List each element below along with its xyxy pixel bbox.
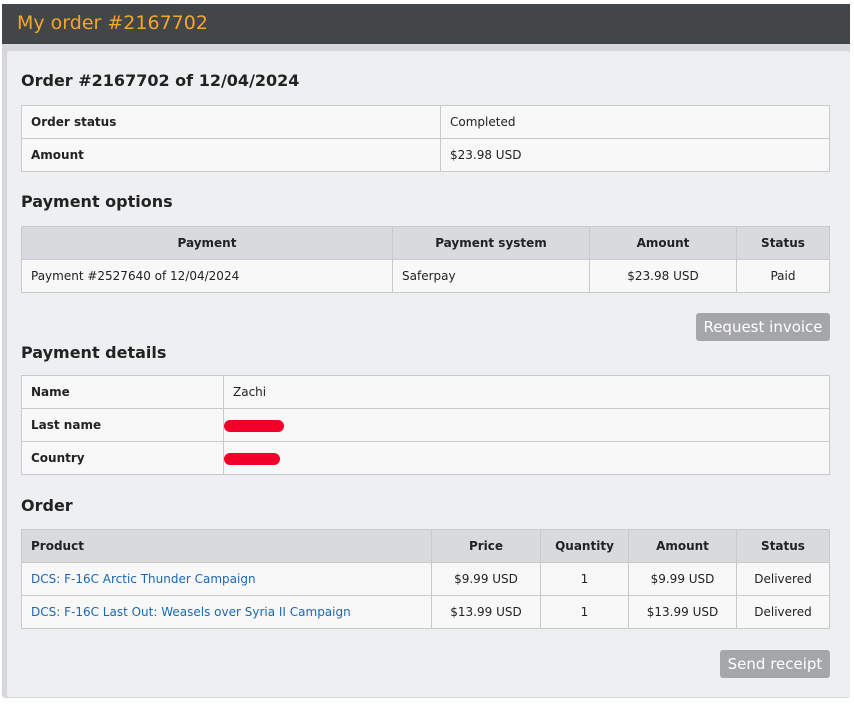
order-panel: Order #2167702 of 12/04/2024 Order statu…: [7, 51, 850, 697]
page-title: My order #2167702: [17, 12, 208, 34]
order-title: Order: [21, 496, 73, 515]
order-window: My order #2167702 Order #2167702 of 12/0…: [2, 4, 850, 698]
table-row: Last name: [21, 408, 830, 442]
payment-amount-cell: $23.98 USD: [589, 259, 737, 293]
amount-value: $23.98 USD: [440, 138, 830, 172]
redaction-mark: [224, 419, 284, 432]
col-product: Product: [21, 529, 432, 563]
col-quantity: Quantity: [540, 529, 629, 563]
amount-cell: $9.99 USD: [628, 562, 737, 596]
table-header-row: Product Price Quantity Amount Status: [21, 529, 830, 563]
payment-system-cell: Saferpay: [392, 259, 590, 293]
order-status-label: Order status: [21, 105, 441, 139]
quantity-cell: 1: [540, 595, 629, 629]
amount-label: Amount: [21, 138, 441, 172]
col-payment-system: Payment system: [392, 226, 590, 260]
table-row: DCS: F-16C Arctic Thunder Campaign $9.99…: [21, 562, 830, 596]
last-name-label: Last name: [21, 408, 224, 442]
table-row: Amount $23.98 USD: [21, 138, 830, 172]
table-row: Country: [21, 441, 830, 475]
product-link[interactable]: DCS: F-16C Arctic Thunder Campaign: [31, 572, 256, 586]
payment-options-title: Payment options: [21, 192, 173, 211]
col-payment: Payment: [21, 226, 393, 260]
col-price: Price: [431, 529, 541, 563]
col-status: Status: [736, 529, 830, 563]
country-value: [223, 441, 830, 475]
payment-cell: Payment #2527640 of 12/04/2024: [21, 259, 393, 293]
col-amount: Amount: [589, 226, 737, 260]
status-cell: Delivered: [736, 562, 830, 596]
page-header: My order #2167702: [2, 4, 850, 44]
col-amount: Amount: [628, 529, 737, 563]
redaction-mark: [224, 452, 280, 465]
product-cell: DCS: F-16C Last Out: Weasels over Syria …: [21, 595, 432, 629]
table-row: DCS: F-16C Last Out: Weasels over Syria …: [21, 595, 830, 629]
request-invoice-button[interactable]: Request invoice: [696, 313, 830, 341]
order-summary-title: Order #2167702 of 12/04/2024: [21, 71, 300, 90]
payment-status-cell: Paid: [736, 259, 830, 293]
payment-details-title: Payment details: [21, 343, 167, 362]
country-label: Country: [21, 441, 224, 475]
col-status: Status: [736, 226, 830, 260]
last-name-value: [223, 408, 830, 442]
price-cell: $13.99 USD: [431, 595, 541, 629]
order-status-value: Completed: [440, 105, 830, 139]
product-link[interactable]: DCS: F-16C Last Out: Weasels over Syria …: [31, 605, 351, 619]
order-summary-table: Order status Completed Amount $23.98 USD: [21, 105, 830, 172]
order-items-table: Product Price Quantity Amount Status DCS…: [21, 529, 830, 629]
price-cell: $9.99 USD: [431, 562, 541, 596]
name-value: Zachi: [223, 375, 830, 409]
status-cell: Delivered: [736, 595, 830, 629]
amount-cell: $13.99 USD: [628, 595, 737, 629]
table-header-row: Payment Payment system Amount Status: [21, 226, 830, 260]
table-row: Name Zachi: [21, 375, 830, 409]
quantity-cell: 1: [540, 562, 629, 596]
payment-details-table: Name Zachi Last name Country: [21, 375, 830, 475]
product-cell: DCS: F-16C Arctic Thunder Campaign: [21, 562, 432, 596]
name-label: Name: [21, 375, 224, 409]
table-row: Order status Completed: [21, 105, 830, 139]
send-receipt-button[interactable]: Send receipt: [720, 650, 830, 678]
table-row: Payment #2527640 of 12/04/2024 Saferpay …: [21, 259, 830, 293]
payment-options-table: Payment Payment system Amount Status Pay…: [21, 226, 830, 293]
